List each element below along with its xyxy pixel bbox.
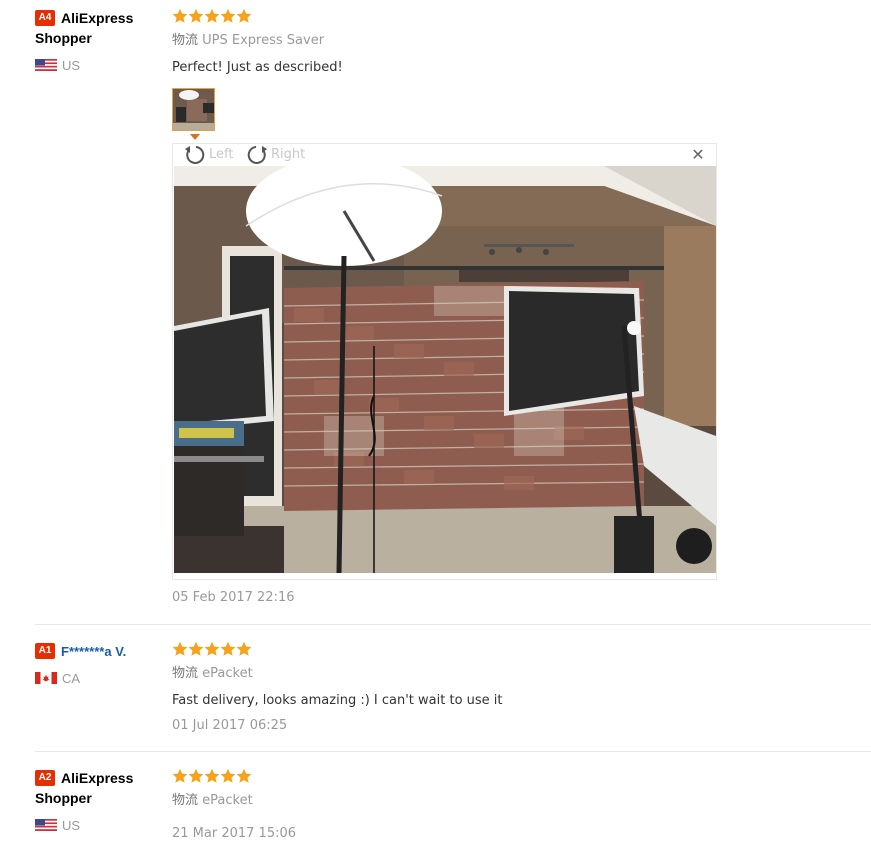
rating-stars xyxy=(172,8,252,25)
review-date: 21 Mar 2017 15:06 xyxy=(172,826,297,841)
feedback-text: Perfect! Just as described! xyxy=(172,60,343,75)
country-code: US xyxy=(62,818,81,833)
buyer-level-badge: A1 xyxy=(35,643,55,659)
shipping-info: 物流 ePacket xyxy=(172,666,253,682)
us-flag-icon xyxy=(35,59,57,71)
rating-stars xyxy=(172,768,252,785)
photo-viewer: Left Right ✕ xyxy=(172,143,717,580)
star-icon xyxy=(188,768,204,784)
shipping-info: 物流 ePacket xyxy=(172,793,253,809)
rotate-left-icon xyxy=(185,146,205,164)
star-icon xyxy=(236,8,252,24)
us-flag-icon xyxy=(35,819,57,831)
rotate-right-label: Right xyxy=(271,147,306,162)
shipping-method: ePacket xyxy=(202,793,253,808)
review-photo xyxy=(174,166,716,573)
reviewer-info: A4 AliExpress Shopper US xyxy=(35,8,165,73)
rotate-left-label: Left xyxy=(209,147,234,162)
reviewer-country: US xyxy=(35,818,80,834)
review-divider xyxy=(35,751,871,752)
shipping-label: 物流 xyxy=(172,33,199,48)
review-date: 05 Feb 2017 22:16 xyxy=(172,590,295,605)
shipping-info: 物流 UPS Express Saver xyxy=(172,33,324,49)
thumbnail-image xyxy=(173,89,214,130)
shipping-method: ePacket xyxy=(202,666,253,681)
shipping-label: 物流 xyxy=(172,793,199,808)
reviewer-name-line2: Shopper xyxy=(35,30,92,46)
feedback-text: Fast delivery, looks amazing :) I can't … xyxy=(172,693,503,708)
reviewer-name-link[interactable]: F*******a V. xyxy=(61,644,126,659)
reviewer-name-line1: AliExpress xyxy=(61,10,134,26)
reviewer-name-line2: Shopper xyxy=(35,790,92,806)
star-icon xyxy=(236,768,252,784)
shipping-method: UPS Express Saver xyxy=(202,33,325,48)
buyer-level-badge: A2 xyxy=(35,770,55,786)
reviewer-info: A2 AliExpress Shopper US xyxy=(35,768,165,833)
rotate-right-icon xyxy=(247,146,267,164)
photo-thumbnail[interactable] xyxy=(172,88,215,131)
reviewer-info: A1 F*******a V. CA xyxy=(35,641,165,686)
star-icon xyxy=(220,8,236,24)
thumbnail-selected-arrow xyxy=(190,134,200,140)
close-icon[interactable]: ✕ xyxy=(690,147,706,163)
rating-stars xyxy=(172,641,252,658)
shipping-label: 物流 xyxy=(172,666,199,681)
country-code: CA xyxy=(62,671,81,686)
review-divider xyxy=(35,624,871,625)
star-icon xyxy=(220,768,236,784)
star-icon xyxy=(188,641,204,657)
reviewer-country: CA xyxy=(35,671,80,687)
rotate-left-button[interactable]: Left xyxy=(183,144,243,166)
star-icon xyxy=(188,8,204,24)
ca-flag-icon xyxy=(35,672,57,684)
viewer-toolbar: Left Right ✕ xyxy=(173,144,716,166)
photo-image xyxy=(174,166,716,573)
country-code: US xyxy=(62,58,81,73)
star-icon xyxy=(172,8,188,24)
reviewer-country: US xyxy=(35,58,80,74)
star-icon xyxy=(172,641,188,657)
star-icon xyxy=(204,641,220,657)
star-icon xyxy=(236,641,252,657)
star-icon xyxy=(172,768,188,784)
review-date: 01 Jul 2017 06:25 xyxy=(172,718,288,733)
star-icon xyxy=(220,641,236,657)
star-icon xyxy=(204,8,220,24)
buyer-level-badge: A4 xyxy=(35,10,55,26)
star-icon xyxy=(204,768,220,784)
rotate-right-button[interactable]: Right xyxy=(245,144,311,166)
reviewer-name-line1: AliExpress xyxy=(61,770,134,786)
